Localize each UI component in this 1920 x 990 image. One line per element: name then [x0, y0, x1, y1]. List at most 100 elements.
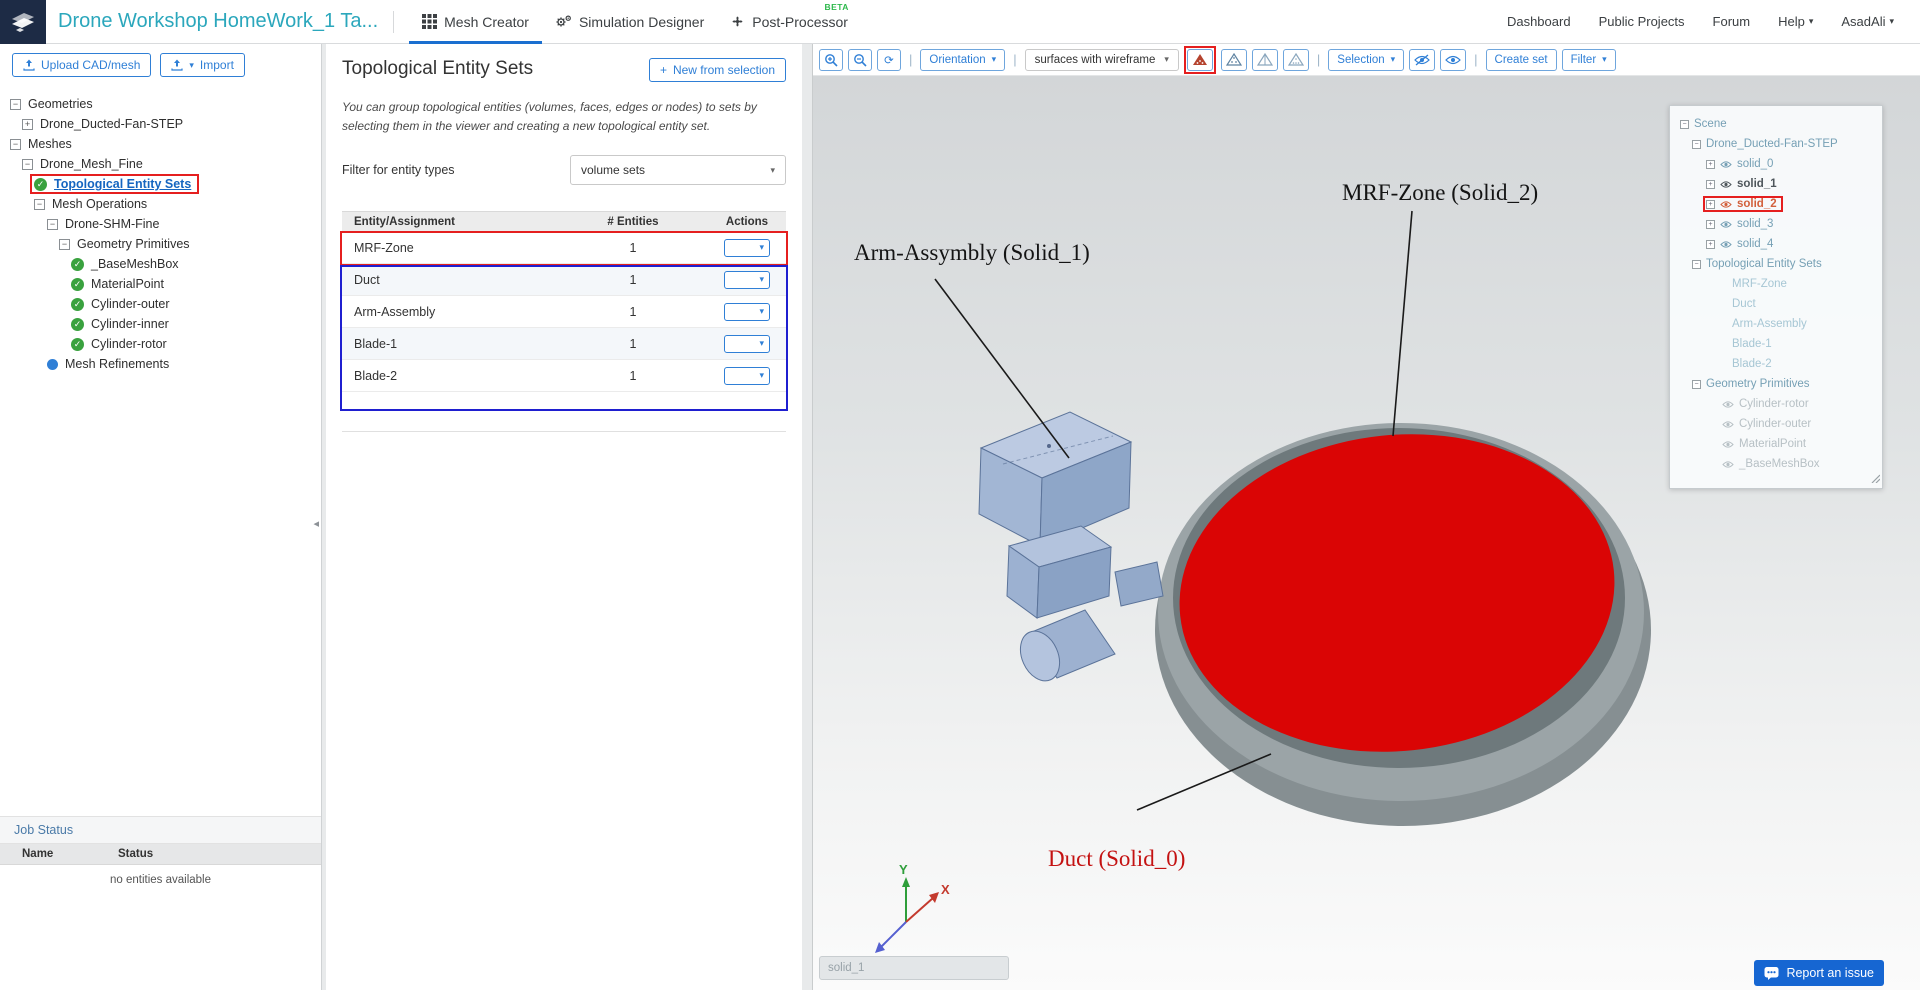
- upload-cad-button[interactable]: Upload CAD/mesh: [12, 53, 151, 77]
- tree-item-geometry-primitives[interactable]: − Geometry Primitives: [0, 234, 321, 254]
- expand-icon[interactable]: +: [1706, 200, 1715, 209]
- report-issue-button[interactable]: Report an issue: [1754, 960, 1884, 986]
- tree-item-mesh-refinements[interactable]: Mesh Refinements: [0, 354, 321, 374]
- visibility-eye-icon[interactable]: [1722, 420, 1734, 429]
- expand-icon[interactable]: +: [1706, 180, 1715, 189]
- panel-resize-handle[interactable]: [1870, 473, 1880, 486]
- refresh-view-button[interactable]: ⟳: [877, 49, 901, 71]
- scene-tree-set-mrf-zone[interactable]: MRF-Zone: [1676, 274, 1876, 294]
- expand-icon[interactable]: +: [1706, 220, 1715, 229]
- collapse-icon[interactable]: −: [1692, 260, 1701, 269]
- collapse-icon[interactable]: −: [47, 219, 58, 230]
- tree-item-materialpoint[interactable]: ✓ MaterialPoint: [0, 274, 321, 294]
- table-row-duct[interactable]: Duct 1 ▾: [342, 264, 786, 296]
- visibility-eye-icon[interactable]: [1720, 240, 1732, 249]
- tab-mesh-creator[interactable]: Mesh Creator: [409, 0, 542, 44]
- visibility-eye-icon[interactable]: [1722, 400, 1734, 409]
- table-row-arm-assembly[interactable]: Arm-Assembly 1 ▾: [342, 296, 786, 328]
- tree-item-drone-shm-fine[interactable]: − Drone-SHM-Fine: [0, 214, 321, 234]
- scene-tree-set-blade-2[interactable]: Blade-2: [1676, 354, 1876, 374]
- tree-item-topological-entity-sets[interactable]: ✓ Topological Entity Sets: [0, 174, 321, 194]
- collapse-icon[interactable]: −: [22, 159, 33, 170]
- nav-user-menu[interactable]: AsadAli ▾: [1841, 14, 1894, 29]
- tree-item-geometry-step[interactable]: + Drone_Ducted-Fan-STEP: [0, 114, 321, 134]
- expand-icon[interactable]: +: [1706, 160, 1715, 169]
- viewer-3d[interactable]: Y X Z ⟳ |: [812, 44, 1920, 990]
- zoom-fit-button[interactable]: [819, 49, 843, 71]
- table-row-mrf-zone[interactable]: MRF-Zone 1 ▾: [342, 232, 786, 264]
- tree-item-cylinder-inner[interactable]: ✓ Cylinder-inner: [0, 314, 321, 334]
- tree-item-drone-mesh-fine[interactable]: − Drone_Mesh_Fine: [0, 154, 321, 174]
- tree-item-geometries[interactable]: − Geometries: [0, 94, 321, 114]
- tree-item-cylinder-rotor[interactable]: ✓ Cylinder-rotor: [0, 334, 321, 354]
- tree-item-basemeshbox[interactable]: ✓ _BaseMeshBox: [0, 254, 321, 274]
- new-from-selection-button[interactable]: +New from selection: [649, 58, 786, 82]
- mesh-quality-button-1[interactable]: [1187, 49, 1213, 71]
- visibility-eye-icon[interactable]: [1720, 180, 1732, 189]
- scene-tree-geometry[interactable]: − Drone_Ducted-Fan-STEP: [1676, 134, 1876, 154]
- actions-dropdown[interactable]: ▾: [724, 335, 770, 353]
- visibility-eye-icon[interactable]: [1720, 220, 1732, 229]
- collapse-icon[interactable]: −: [1692, 380, 1701, 389]
- scene-tree-set-blade-1[interactable]: Blade-1: [1676, 334, 1876, 354]
- tab-post-processor[interactable]: BETA Post-Processor: [717, 0, 861, 44]
- scene-tree-primitives-header[interactable]: − Geometry Primitives: [1676, 374, 1876, 394]
- scene-tree-set-duct[interactable]: Duct: [1676, 294, 1876, 314]
- expand-icon[interactable]: +: [1706, 240, 1715, 249]
- show-all-button[interactable]: [1440, 49, 1466, 71]
- zoom-selection-button[interactable]: [848, 49, 872, 71]
- actions-dropdown[interactable]: ▾: [724, 271, 770, 289]
- nav-help[interactable]: Help ▾: [1778, 14, 1813, 29]
- scene-tree-solid-2[interactable]: + solid_2: [1676, 194, 1876, 214]
- scene-tree-prim-cylinder-rotor[interactable]: Cylinder-rotor: [1676, 394, 1876, 414]
- collapse-icon[interactable]: −: [1680, 120, 1689, 129]
- project-title[interactable]: Drone Workshop HomeWork_1 Ta...: [58, 10, 378, 33]
- actions-dropdown[interactable]: ▾: [724, 303, 770, 321]
- scene-tree-root[interactable]: − Scene: [1676, 114, 1876, 134]
- scene-tree-solid-3[interactable]: + solid_3: [1676, 214, 1876, 234]
- selection-button[interactable]: Selection ▾: [1328, 49, 1404, 71]
- scene-tree-solid-4[interactable]: + solid_4: [1676, 234, 1876, 254]
- visibility-eye-icon[interactable]: [1722, 460, 1734, 469]
- tree-item-meshes[interactable]: − Meshes: [0, 134, 321, 154]
- sidebar-collapse-handle[interactable]: ◂: [313, 517, 319, 530]
- panel-splitter[interactable]: [802, 44, 812, 990]
- scene-tree-prim-basemeshbox[interactable]: _BaseMeshBox: [1676, 454, 1876, 474]
- collapse-icon[interactable]: −: [1692, 140, 1701, 149]
- collapse-icon[interactable]: −: [59, 239, 70, 250]
- table-row-blade-1[interactable]: Blade-1 1 ▾: [342, 328, 786, 360]
- visibility-eye-icon[interactable]: [1720, 160, 1732, 169]
- filter-button[interactable]: Filter ▾: [1562, 49, 1616, 71]
- tree-item-cylinder-outer[interactable]: ✓ Cylinder-outer: [0, 294, 321, 314]
- selected-solid-input[interactable]: [819, 956, 1009, 980]
- collapse-icon[interactable]: −: [10, 139, 21, 150]
- mesh-quality-button-3[interactable]: [1252, 49, 1278, 71]
- app-logo[interactable]: [0, 0, 46, 44]
- visibility-eye-icon[interactable]: [1722, 440, 1734, 449]
- nav-dashboard[interactable]: Dashboard: [1507, 14, 1571, 29]
- scene-tree-prim-materialpoint[interactable]: MaterialPoint: [1676, 434, 1876, 454]
- visibility-eye-icon[interactable]: [1720, 200, 1732, 209]
- actions-dropdown[interactable]: ▾: [724, 367, 770, 385]
- collapse-icon[interactable]: −: [34, 199, 45, 210]
- scene-tree-set-arm-assembly[interactable]: Arm-Assembly: [1676, 314, 1876, 334]
- table-row-blade-2[interactable]: Blade-2 1 ▾: [342, 360, 786, 392]
- scene-tree-prim-cylinder-outer[interactable]: Cylinder-outer: [1676, 414, 1876, 434]
- hide-selected-button[interactable]: [1409, 49, 1435, 71]
- tab-simulation-designer[interactable]: Simulation Designer: [542, 0, 717, 44]
- create-set-button[interactable]: Create set: [1486, 49, 1557, 71]
- collapse-icon[interactable]: −: [10, 99, 21, 110]
- nav-forum[interactable]: Forum: [1713, 14, 1751, 29]
- scene-tree-solid-1[interactable]: + solid_1: [1676, 174, 1876, 194]
- scene-tree-solid-0[interactable]: + solid_0: [1676, 154, 1876, 174]
- mesh-quality-button-4[interactable]: [1283, 49, 1309, 71]
- entity-type-select[interactable]: volume sets ▾: [570, 155, 786, 185]
- arm-assembly-solid-1[interactable]: [979, 412, 1163, 687]
- import-button[interactable]: ▾ Import: [160, 53, 245, 77]
- actions-dropdown[interactable]: ▾: [724, 239, 770, 257]
- render-mode-select[interactable]: surfaces with wireframe ▾: [1025, 49, 1179, 71]
- orientation-button[interactable]: Orientation ▾: [920, 49, 1005, 71]
- expand-icon[interactable]: +: [22, 119, 33, 130]
- scene-tree-sets-header[interactable]: − Topological Entity Sets: [1676, 254, 1876, 274]
- nav-public-projects[interactable]: Public Projects: [1599, 14, 1685, 29]
